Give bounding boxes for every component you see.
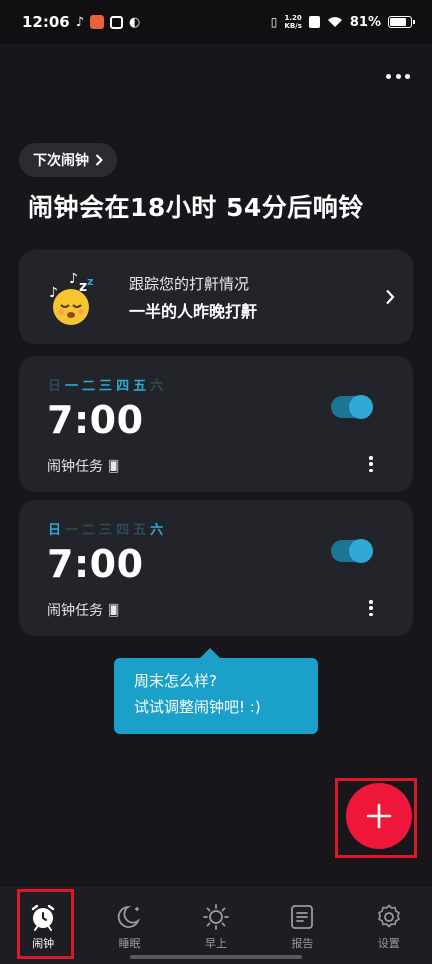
alarm-toggle[interactable] [331, 539, 373, 563]
nav-highlight-frame [17, 889, 74, 959]
chevron-right-icon [95, 154, 103, 166]
notification-box-icon [110, 15, 124, 29]
day-mon: 一 [65, 379, 79, 394]
more-dot [395, 73, 401, 79]
kebab-dot [369, 606, 373, 610]
day-mon: 一 [65, 523, 79, 538]
tiktok-icon: ♪ [75, 14, 85, 30]
alarm-task: 闹钟任务 🂠 [47, 600, 119, 620]
day-wed: 三 [99, 379, 113, 394]
status-left: 12:06 ♪ ◐ [22, 13, 140, 31]
tab-label: 早上 [204, 937, 227, 950]
snore-line2: 一半的人昨晚打鼾 [129, 301, 258, 321]
day-fri: 五 [133, 523, 147, 538]
kebab-dot [369, 612, 373, 616]
tooltip-line1: 周末怎么样? [134, 672, 217, 690]
next-alarm-label: 下次闹钟 [33, 153, 89, 169]
report-icon [291, 905, 314, 929]
repeat-days: 日 一 二 三 四 五 六 [48, 375, 163, 394]
wifi-icon [327, 17, 342, 27]
alarm-more-button[interactable] [367, 456, 375, 472]
gear-icon [377, 904, 400, 928]
add-alarm-button[interactable] [346, 783, 412, 849]
tab-label: 报告 [291, 937, 314, 950]
vibrate-icon: ▯ [270, 15, 278, 29]
alarm-card[interactable]: 日 一 二 三 四 五 六 7:00 闹钟任务 🂠 [19, 500, 413, 636]
kebab-dot [369, 468, 373, 472]
day-sat: 六 [150, 523, 164, 538]
countdown-title: 闹钟会在18小时 54分后响铃 [28, 193, 364, 222]
task-card-icon: 🂠 [108, 459, 120, 473]
notification-app-icon [90, 15, 105, 29]
task-card-icon: 🂠 [108, 603, 120, 617]
alarm-more-button[interactable] [367, 600, 375, 616]
alarm-task-label: 闹钟任务 [47, 603, 103, 619]
net-speed: 1.20 KB/s [284, 14, 301, 30]
chevron-right-icon [386, 289, 395, 305]
more-dot [405, 73, 410, 79]
alarm-time: 7:00 [47, 542, 144, 586]
snore-text: 跟踪您的打鼾情况 一半的人昨晚打鼾 [129, 273, 257, 322]
tab-report[interactable]: 报告 [272, 903, 332, 951]
day-thu: 四 [116, 379, 130, 394]
more-options-button[interactable] [386, 68, 410, 84]
status-time: 12:06 [22, 13, 70, 31]
tab-settings[interactable]: 设置 [359, 903, 419, 951]
status-bar: 12:06 ♪ ◐ ▯ 1.20 KB/s 81% [0, 0, 432, 44]
day-wed: 三 [99, 523, 113, 538]
tab-morning[interactable]: 早上 [186, 903, 246, 951]
day-sat: 六 [150, 379, 164, 394]
battery-percent: 81% [349, 14, 381, 30]
sun-icon [203, 904, 229, 930]
svg-text:z: z [87, 275, 93, 288]
day-sun: 日 [48, 379, 62, 394]
sleeping-face-icon: z z ♪ ♪ [49, 271, 99, 325]
repeat-days: 日 一 二 三 四 五 六 [48, 519, 163, 538]
snore-tracking-card[interactable]: z z ♪ ♪ 跟踪您的打鼾情况 一半的人昨晚打鼾 [19, 250, 413, 344]
tab-label: 睡眠 [118, 937, 141, 950]
notification-leaf-icon: ◐ [129, 14, 141, 30]
alarm-toggle[interactable] [331, 395, 373, 419]
alarm-time: 7:00 [47, 398, 144, 442]
day-tue: 二 [82, 523, 96, 538]
status-right: ▯ 1.20 KB/s 81% [270, 14, 415, 30]
next-alarm-chip[interactable]: 下次闹钟 [19, 143, 117, 177]
moon-icon [117, 905, 140, 928]
snore-line1: 跟踪您的打鼾情况 [129, 274, 250, 293]
toggle-knob [349, 395, 373, 419]
net-speed-unit: KB/s [284, 22, 302, 30]
svg-text:♪: ♪ [49, 285, 58, 301]
net-speed-value: 1.20 [284, 14, 302, 22]
day-fri: 五 [133, 379, 147, 394]
home-indicator [130, 955, 302, 959]
alarm-task-label: 闹钟任务 [47, 459, 103, 475]
day-sun: 日 [48, 523, 62, 538]
day-thu: 四 [116, 523, 130, 538]
tab-sleep[interactable]: 睡眠 [100, 903, 160, 951]
tab-label: 设置 [377, 937, 400, 950]
more-dot [386, 73, 391, 79]
no-sim-icon [308, 16, 320, 28]
battery-icon [388, 16, 415, 28]
weekend-tip-tooltip[interactable]: 周末怎么样? 试试调整闹钟吧! :) [114, 648, 318, 734]
alarm-card[interactable]: 日 一 二 三 四 五 六 7:00 闹钟任务 🂠 [19, 356, 413, 492]
kebab-dot [369, 600, 373, 604]
plus-icon [366, 803, 392, 829]
alarm-task: 闹钟任务 🂠 [47, 456, 119, 476]
kebab-dot [369, 462, 373, 466]
svg-text:z: z [79, 279, 87, 295]
toggle-knob [349, 539, 373, 563]
tooltip-line2: 试试调整闹钟吧! :) [134, 698, 261, 716]
svg-text:♪: ♪ [69, 271, 78, 287]
kebab-dot [369, 456, 373, 460]
day-tue: 二 [82, 379, 96, 394]
